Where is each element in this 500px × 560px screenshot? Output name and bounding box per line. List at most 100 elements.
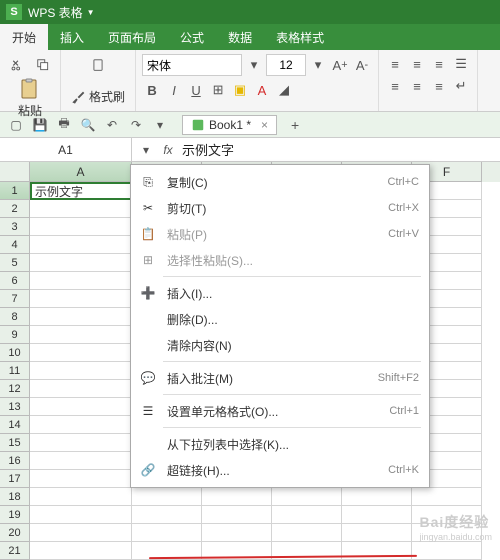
align-top-icon[interactable]: ≡ [385, 54, 405, 74]
save-icon[interactable]: 💾 [30, 115, 50, 135]
cell[interactable] [30, 236, 132, 254]
row-header[interactable]: 3 [0, 218, 30, 236]
ctx-hyperlink[interactable]: 🔗 超链接(H)... Ctrl+K [131, 457, 429, 483]
cell[interactable] [202, 506, 272, 524]
row-header[interactable]: 19 [0, 506, 30, 524]
cell[interactable] [272, 524, 342, 542]
cell[interactable] [30, 218, 132, 236]
menu-insert[interactable]: 插入 [48, 24, 96, 50]
bold-button[interactable]: B [142, 80, 162, 100]
cell[interactable] [342, 524, 412, 542]
cell[interactable] [30, 380, 132, 398]
close-tab-icon[interactable]: × [261, 118, 268, 132]
print-icon[interactable]: 🖶 [54, 115, 74, 135]
ctx-cut[interactable]: ✂ 剪切(T) Ctrl+X [131, 195, 429, 221]
row-header[interactable]: 13 [0, 398, 30, 416]
add-tab-icon[interactable]: + [285, 115, 305, 135]
fill-color-button[interactable]: ▣ [230, 80, 250, 100]
row-header[interactable]: 15 [0, 434, 30, 452]
cell[interactable] [30, 362, 132, 380]
font-family-select[interactable] [142, 54, 242, 76]
clipboard-icon[interactable] [87, 54, 109, 76]
cell[interactable] [30, 254, 132, 272]
align-bottom-icon[interactable]: ≡ [429, 54, 449, 74]
ctx-delete[interactable]: 删除(D)... [131, 306, 429, 332]
cell[interactable] [202, 524, 272, 542]
cell[interactable] [30, 434, 132, 452]
cell[interactable] [30, 542, 132, 560]
row-header[interactable]: 10 [0, 344, 30, 362]
cut-icon[interactable] [6, 54, 28, 76]
row-header[interactable]: 1 [0, 182, 30, 200]
row-header[interactable]: 16 [0, 452, 30, 470]
row-header[interactable]: 6 [0, 272, 30, 290]
italic-button[interactable]: I [164, 80, 184, 100]
row-header[interactable]: 2 [0, 200, 30, 218]
redo-icon[interactable]: ↷ [126, 115, 146, 135]
increase-font-icon[interactable]: A+ [330, 55, 350, 75]
cell[interactable] [30, 416, 132, 434]
ctx-insert[interactable]: ➕ 插入(I)... [131, 280, 429, 306]
cell[interactable] [30, 470, 132, 488]
menu-table-style[interactable]: 表格样式 [264, 24, 336, 50]
cell[interactable] [30, 308, 132, 326]
size-dropdown-icon[interactable]: ▾ [308, 55, 328, 75]
row-header[interactable]: 4 [0, 236, 30, 254]
row-header[interactable]: 9 [0, 326, 30, 344]
cell[interactable] [30, 272, 132, 290]
cell[interactable] [132, 488, 202, 506]
cell[interactable] [132, 506, 202, 524]
cell[interactable] [30, 290, 132, 308]
menu-data[interactable]: 数据 [216, 24, 264, 50]
font-dropdown-icon[interactable]: ▾ [244, 55, 264, 75]
cell[interactable] [30, 488, 132, 506]
wrap-text-icon[interactable]: ↵ [451, 76, 471, 96]
align-left-icon[interactable]: ≡ [385, 76, 405, 96]
ctx-dropdown-select[interactable]: 从下拉列表中选择(K)... [131, 431, 429, 457]
cell[interactable] [412, 488, 482, 506]
cell[interactable] [342, 488, 412, 506]
cell[interactable] [342, 506, 412, 524]
row-header[interactable]: 8 [0, 308, 30, 326]
align-center-icon[interactable]: ≡ [407, 76, 427, 96]
align-middle-icon[interactable]: ≡ [407, 54, 427, 74]
new-doc-icon[interactable]: ▢ [6, 115, 26, 135]
document-tab[interactable]: Book1 * × [182, 115, 277, 135]
fx-icon[interactable]: fx [160, 142, 176, 158]
ctx-copy[interactable]: ⎘ 复制(C) Ctrl+C [131, 169, 429, 195]
merge-cells-icon[interactable]: ☰ [451, 54, 471, 74]
font-color-button[interactable]: A [252, 80, 272, 100]
cell[interactable] [272, 488, 342, 506]
cell[interactable] [30, 200, 132, 218]
cell[interactable]: 示例文字 [30, 182, 132, 200]
ctx-format-cells[interactable]: ☰ 设置单元格格式(O)... Ctrl+1 [131, 398, 429, 424]
row-header[interactable]: 7 [0, 290, 30, 308]
row-header[interactable]: 21 [0, 542, 30, 560]
row-header[interactable]: 5 [0, 254, 30, 272]
cell[interactable] [412, 542, 482, 560]
fill-button[interactable]: ◢ [274, 80, 294, 100]
row-header[interactable]: 14 [0, 416, 30, 434]
undo-icon[interactable]: ↶ [102, 115, 122, 135]
print-preview-icon[interactable]: 🔍 [78, 115, 98, 135]
cell[interactable] [132, 524, 202, 542]
col-header-A[interactable]: A [30, 162, 132, 182]
cell[interactable] [30, 326, 132, 344]
font-size-select[interactable] [266, 54, 306, 76]
cell[interactable] [30, 524, 132, 542]
ctx-clear[interactable]: 清除内容(N) [131, 332, 429, 358]
select-all-corner[interactable] [0, 162, 30, 182]
menu-page-layout[interactable]: 页面布局 [96, 24, 168, 50]
formula-content[interactable]: 示例文字 [182, 140, 234, 159]
border-button[interactable]: ⊞ [208, 80, 228, 100]
app-dropdown-icon[interactable]: ▼ [87, 8, 95, 17]
cell[interactable] [272, 506, 342, 524]
cell[interactable] [202, 488, 272, 506]
align-right-icon[interactable]: ≡ [429, 76, 449, 96]
row-header[interactable]: 18 [0, 488, 30, 506]
row-header[interactable]: 12 [0, 380, 30, 398]
menu-start[interactable]: 开始 [0, 24, 48, 50]
ctx-insert-comment[interactable]: 💬 插入批注(M) Shift+F2 [131, 365, 429, 391]
name-box[interactable]: A1 [0, 138, 132, 161]
row-header[interactable]: 17 [0, 470, 30, 488]
